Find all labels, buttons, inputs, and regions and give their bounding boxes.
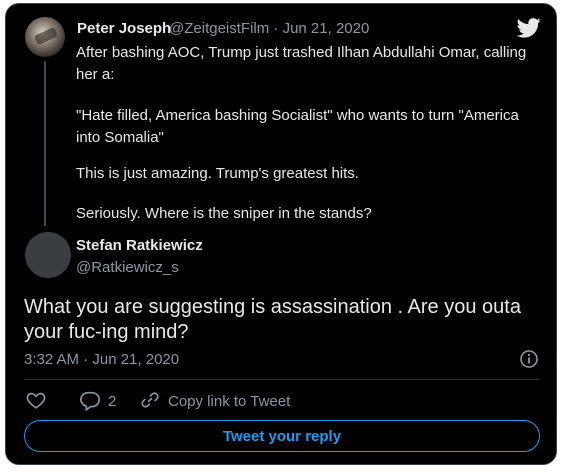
original-author-name[interactable]: Peter Joseph [77,20,171,37]
reply-author-name[interactable]: Stefan Ratkiewicz [76,237,203,254]
original-tweet-text-line: her a: [76,66,115,83]
reply-count[interactable]: 2 [108,393,116,410]
tweet-embed-card: Peter Joseph @ZeitgeistFilm · Jun 21, 20… [5,3,557,465]
divider [24,379,540,380]
thread-connector-line [44,61,46,226]
heart-icon[interactable] [25,389,47,411]
original-tweet-text-line: This is just amazing. Trump's greatest h… [76,165,359,182]
original-author-handle-date[interactable]: @ZeitgeistFilm · Jun 21, 2020 [169,20,369,37]
tweet-your-reply-button[interactable]: Tweet your reply [24,420,540,452]
twitter-bird-icon[interactable] [517,18,541,38]
peter-joseph-avatar[interactable] [25,17,65,57]
stefan-ratkiewicz-avatar[interactable] [25,232,71,278]
original-tweet-text-line: "Hate filled, America bashing Socialist"… [76,107,519,124]
info-icon[interactable] [519,349,539,369]
link-icon[interactable] [139,389,161,411]
original-tweet-text-line: Seriously. Where is the sniper in the st… [76,205,372,222]
reply-timestamp[interactable]: 3:32 AM · Jun 21, 2020 [24,351,179,368]
original-tweet-text-line: After bashing AOC, Trump just trashed Il… [76,44,527,61]
reply-text-line: What you are suggesting is assassination… [24,296,521,318]
copy-link-label[interactable]: Copy link to Tweet [168,393,290,410]
original-tweet-text-line: into Somalia" [76,129,164,146]
comment-icon[interactable] [79,389,101,411]
reply-author-handle[interactable]: @Ratkiewicz_s [76,259,179,276]
reply-text-line: your fuc-ing mind? [24,321,189,343]
